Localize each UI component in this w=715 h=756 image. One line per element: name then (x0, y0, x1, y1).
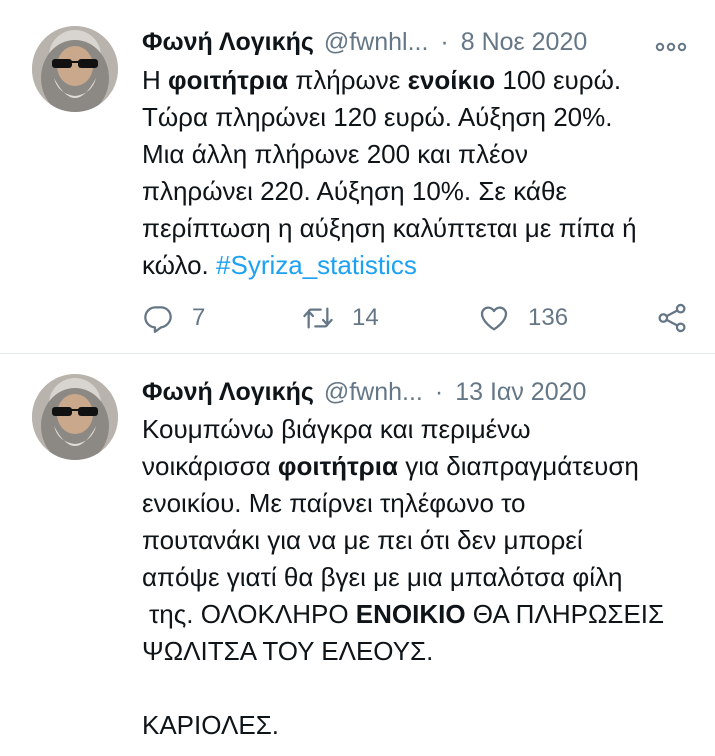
retweet-count: 14 (352, 304, 379, 331)
separator-dot: · (440, 27, 449, 56)
tweet-text: Η φοιτήτρια πλήρωνε ενοίκιο 100 ευρώ. Τώ… (142, 62, 697, 284)
avatar[interactable] (32, 374, 118, 460)
avatar[interactable] (32, 26, 118, 112)
tweet[interactable]: Φωνή Λογικής @fwnh... · 13 Ιαν 2020 Κουμ… (0, 354, 715, 756)
text-line: της. ΟΛΟΚΛΗΡΟ ΕΝΟΙΚΙΟ ΘΑ ΠΛΗΡΩΣΕΙΣ (149, 599, 665, 629)
avatar-image (32, 374, 118, 460)
author-handle[interactable]: @fwnh... (324, 378, 423, 407)
highlighted-word: φοιτήτρια (168, 65, 289, 95)
like-count: 136 (528, 304, 569, 331)
share-button[interactable] (656, 298, 706, 338)
text-line: περίπτωση η αύξηση καλύπτεται με πίπα ή (142, 213, 637, 243)
text-line: ΨΩΛΙΤΣΑ ΤΟΥ ΕΛΕΟΥΣ. (142, 636, 434, 666)
text-line: πουτανάκι για να με πει ότι δεν μπορεί (142, 525, 583, 555)
avatar-image (32, 26, 118, 112)
text-line: νοικάρισσα φοιτήτρια για διαπραγμάτευση (142, 451, 639, 481)
reply-icon (144, 306, 172, 333)
text-line: Μια άλλη πλήρωνε 200 και πλέον (142, 139, 529, 169)
reply-button[interactable]: 7 (142, 298, 205, 338)
retweet-icon (303, 307, 333, 329)
separator-dot: · (434, 377, 444, 406)
share-icon (658, 303, 686, 333)
highlighted-word: φοιτήτρια (277, 451, 398, 481)
text-line: ΚΑΡΙΟΛΕΣ. (142, 710, 280, 740)
tweet-header: Φωνή Λογικής @fwnhl... · 8 Νοε 2020 (142, 24, 695, 60)
like-button[interactable]: 136 (478, 298, 568, 338)
tweet-date[interactable]: 8 Νοε 2020 (461, 28, 588, 57)
text-line: Η φοιτήτρια πλήρωνε ενοίκιο 100 ευρώ. (142, 65, 622, 95)
author-name[interactable]: Φωνή Λογικής (142, 28, 314, 57)
text-line: Κουμπώνω βιάγκρα και περιμένω (142, 414, 531, 444)
tweet[interactable]: Φωνή Λογικής @fwnhl... · 8 Νοε 2020 Η φο… (0, 0, 715, 354)
highlighted-word: ΕΝΟΙΚΙΟ (355, 599, 466, 629)
text-line: Τώρα πληρώνει 120 ευρώ. Αύξηση 20%. (142, 102, 613, 132)
text-line: πληρώνει 220. Αύξηση 10%. Σε κάθε (142, 176, 568, 206)
tweet-actions: 7 14 136 (142, 298, 702, 338)
highlighted-word: ενοίκιο (407, 65, 496, 95)
text-line: ενοικίου. Με παίρνει τηλέφωνο το (142, 488, 526, 518)
reply-count: 7 (192, 304, 206, 331)
tweet-date[interactable]: 13 Ιαν 2020 (455, 378, 586, 407)
author-handle[interactable]: @fwnhl... (324, 28, 429, 57)
text-line: κώλο. #Syriza_statistics (142, 250, 417, 280)
text-line: απόψε γιατί θα βγει με μια μπαλότσα φίλη (142, 562, 623, 592)
author-name[interactable]: Φωνή Λογικής (142, 378, 314, 407)
retweet-button[interactable]: 14 (302, 298, 379, 338)
heart-icon (480, 306, 508, 331)
more-icon[interactable] (655, 32, 687, 58)
tweet-text: Κουμπώνω βιάγκρα και περιμένω νοικάρισσα… (142, 411, 697, 744)
hashtag-link[interactable]: #Syriza_statistics (216, 250, 417, 280)
tweet-header: Φωνή Λογικής @fwnh... · 13 Ιαν 2020 (142, 374, 695, 410)
